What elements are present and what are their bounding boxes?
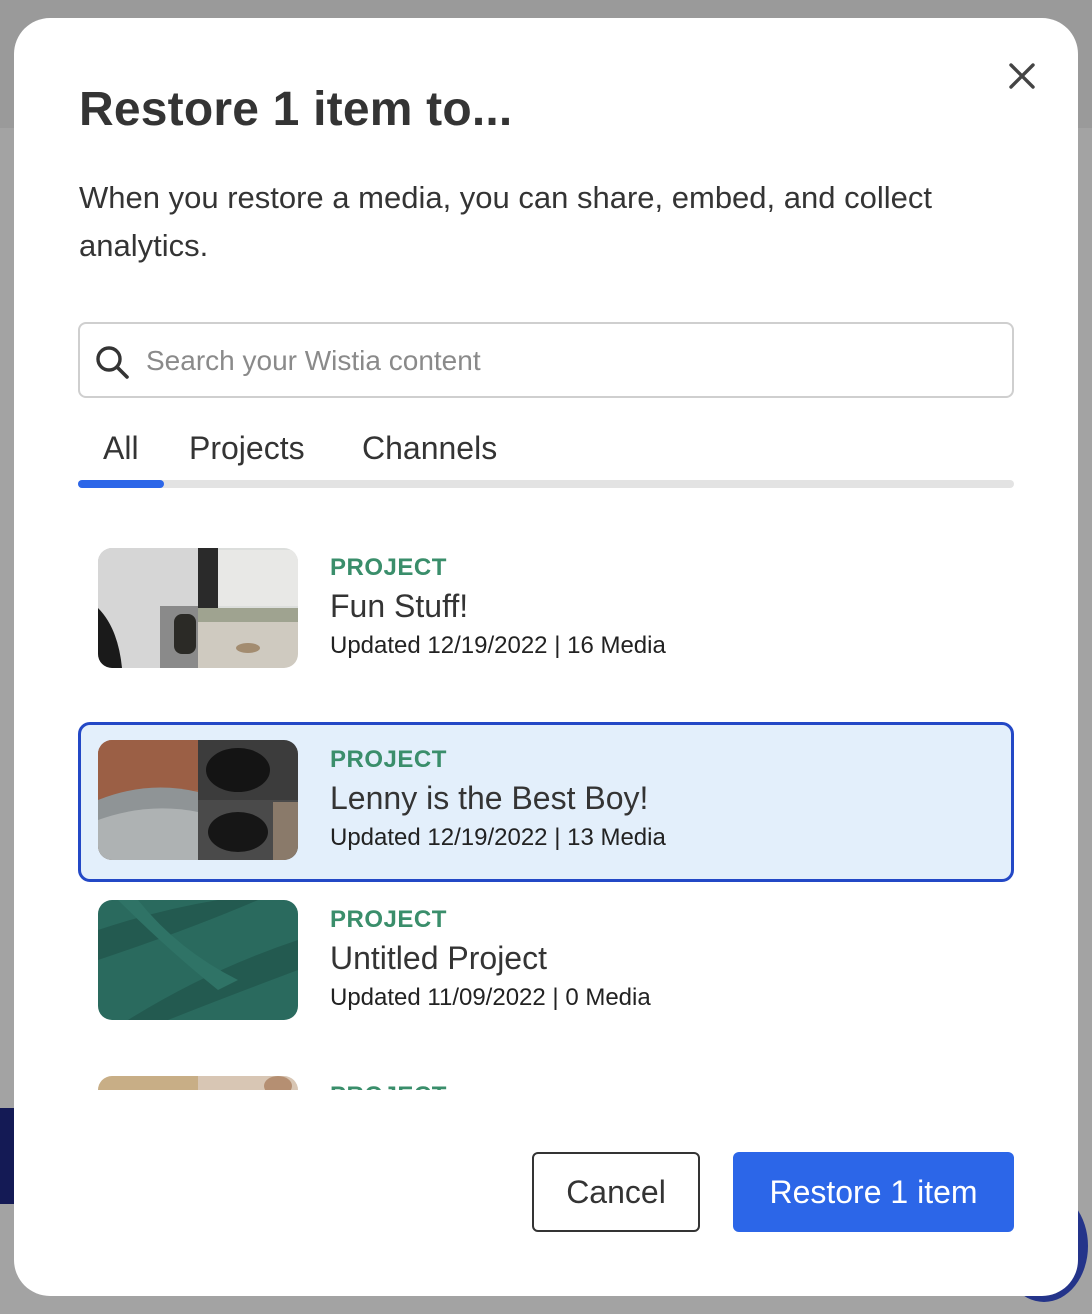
- modal-title: Restore 1 item to...: [79, 83, 513, 136]
- search-box[interactable]: [78, 322, 1014, 398]
- item-kind: PROJECT: [330, 746, 447, 773]
- item-kind: PROJECT: [330, 906, 447, 933]
- active-tab-indicator: [78, 480, 164, 488]
- close-button[interactable]: [1002, 56, 1042, 96]
- project-thumbnail: [98, 900, 298, 1020]
- project-thumbnail: [98, 548, 298, 668]
- item-meta: Updated 12/19/2022 | 16 Media: [330, 632, 666, 659]
- modal-description: When you restore a media, you can share,…: [79, 180, 932, 263]
- list-item[interactable]: PROJECT Fun Stuff! Updated 12/19/2022 | …: [78, 530, 1014, 690]
- list-item-selected[interactable]: PROJECT Lenny is the Best Boy! Updated 1…: [78, 722, 1014, 882]
- list-item[interactable]: PROJECT: [78, 1058, 1014, 1090]
- search-input[interactable]: [144, 334, 998, 388]
- item-text: PROJECT Lenny is the Best Boy! Updated 1…: [330, 744, 666, 856]
- tab-all[interactable]: All: [103, 430, 139, 467]
- tab-projects[interactable]: Projects: [189, 430, 305, 467]
- search-icon: [96, 346, 129, 379]
- tab-track: [78, 480, 1014, 488]
- item-name: Lenny is the Best Boy!: [330, 780, 649, 816]
- close-icon: [1009, 63, 1035, 89]
- item-name: Fun Stuff!: [330, 588, 469, 624]
- item-text: PROJECT Fun Stuff! Updated 12/19/2022 | …: [330, 552, 666, 664]
- tab-channels[interactable]: Channels: [362, 430, 497, 467]
- item-name: Untitled Project: [330, 940, 547, 976]
- item-meta: Updated 12/19/2022 | 13 Media: [330, 824, 666, 851]
- list-item[interactable]: PROJECT Untitled Project Updated 11/09/2…: [78, 882, 1014, 1042]
- project-thumbnail: [98, 1076, 298, 1090]
- item-text: PROJECT Untitled Project Updated 11/09/2…: [330, 904, 651, 1016]
- item-meta: Updated 11/09/2022 | 0 Media: [330, 984, 651, 1011]
- item-kind: PROJECT: [330, 554, 447, 581]
- restore-button[interactable]: Restore 1 item: [733, 1152, 1014, 1232]
- item-text: PROJECT: [330, 1080, 447, 1090]
- item-kind: PROJECT: [330, 1080, 447, 1090]
- project-thumbnail: [98, 740, 298, 860]
- cancel-button[interactable]: Cancel: [532, 1152, 700, 1232]
- destination-list: PROJECT Fun Stuff! Updated 12/19/2022 | …: [78, 530, 1014, 1090]
- tab-bar: All Projects Channels: [78, 422, 1014, 488]
- restore-modal: Restore 1 item to... When you restore a …: [14, 18, 1078, 1296]
